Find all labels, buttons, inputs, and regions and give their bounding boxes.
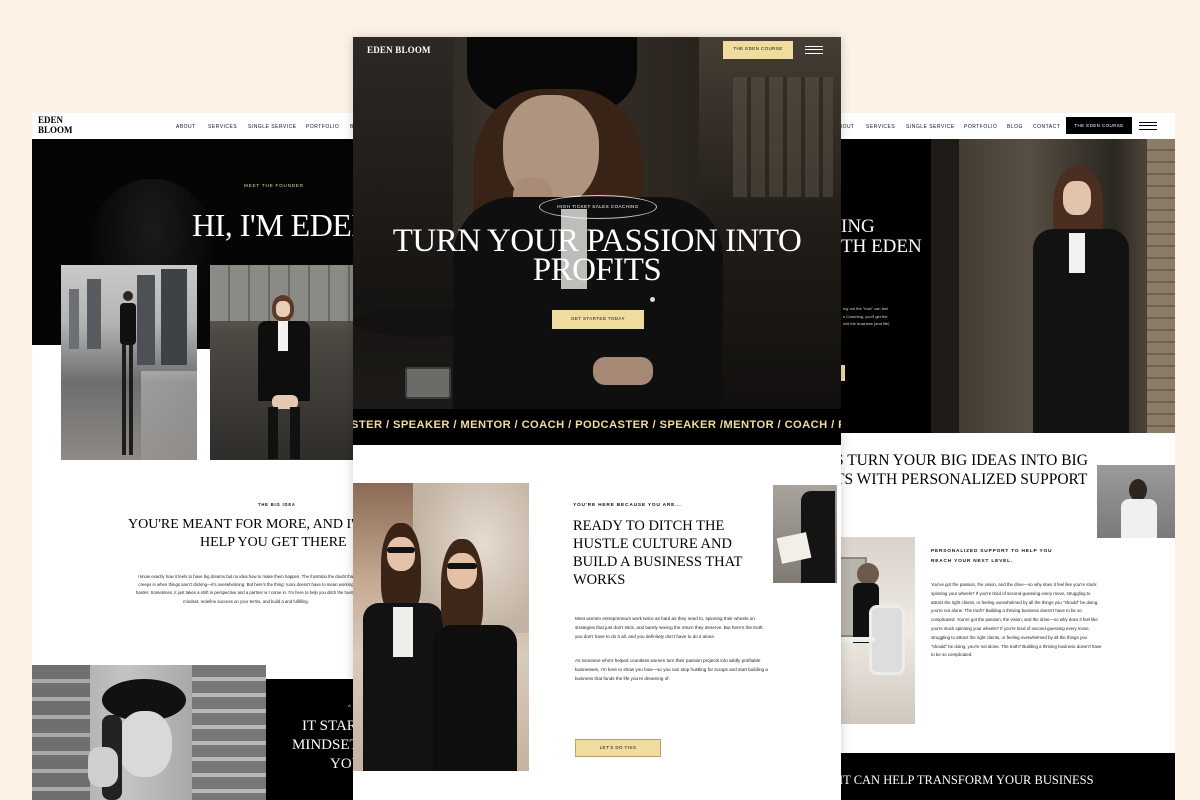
mindset-line-3: YOU xyxy=(330,756,360,772)
home-heading-line-2: HUSTLE CULTURE AND xyxy=(573,536,732,552)
lets-do-this-button[interactable]: LET'S DO THIS xyxy=(575,739,661,757)
home-heading-line-3: BUILD A BUSINESS THAT xyxy=(573,554,743,570)
bw-hand xyxy=(88,747,118,787)
service-hero-body-line-3: uild the business (and life) xyxy=(843,321,890,327)
about-nav: EDEN BLOOM ABOUT SERVICES SINGLE SERVICE… xyxy=(32,113,360,139)
woman-right xyxy=(427,539,517,771)
nav-portfolio[interactable]: PORTFOLIO xyxy=(306,124,339,130)
service-hero-line-1: ING xyxy=(841,216,875,237)
logo-line-2: BLOOM xyxy=(38,124,73,135)
office-desk xyxy=(835,637,875,642)
about-page: EDEN BLOOM ABOUT SERVICES SINGLE SERVICE… xyxy=(32,113,360,800)
service-hero-line-2: TH EDEN xyxy=(841,236,922,257)
service-wall-right xyxy=(1147,139,1175,433)
service-hero-body-line-1: ing out the "how" can feel xyxy=(843,306,889,311)
service-hero-body-line-2: s Coaching, you'll get the xyxy=(843,313,888,319)
service-eyebrow-line-1: PERSONALIZED SUPPORT TO HELP YOU xyxy=(931,549,1053,554)
service-footer-heading: IT CAN HELP TRANSFORM YOUR BUSINESS xyxy=(839,773,1094,787)
city-tower-4 xyxy=(161,269,187,365)
nav-services-right[interactable]: SERVICES xyxy=(866,124,895,130)
portrait-beret-bw xyxy=(32,665,266,800)
big-idea-eyebrow: THE BIG IDEA xyxy=(258,502,296,507)
railing xyxy=(141,371,197,460)
city-tower-1 xyxy=(69,289,79,349)
service-heading-line-1: S TURN YOUR BIG IDEAS INTO BIG xyxy=(835,452,1088,469)
service-eyebrow: PERSONALIZED SUPPORT TO HELP YOU REACH Y… xyxy=(931,547,1052,567)
home-eyebrow: YOU'RE HERE BECAUSE YOU ARE... xyxy=(573,503,682,508)
office-photo xyxy=(835,537,915,724)
home-para-2: As someone who's helped countless women … xyxy=(575,658,768,681)
service-hero-body: ing out the "how" can feel s Coaching, y… xyxy=(843,305,889,328)
nav-contact-right[interactable]: CONTACT xyxy=(1033,124,1060,130)
nav-portfolio-right[interactable]: PORTFOLIO xyxy=(964,124,997,130)
home-hero: EDEN BLOOM THE EDEN COURSE HIGH TICKET S… xyxy=(353,37,841,409)
hero-dot xyxy=(650,297,655,302)
founder-photo-city xyxy=(61,265,197,460)
service-eyebrow-line-2: REACH YOUR NEXT LEVEL. xyxy=(931,559,1014,564)
mindset-line-1: IT STAR xyxy=(302,718,357,734)
nav-single-service[interactable]: SINGLE SERVICE xyxy=(248,124,297,130)
service-hero-photo xyxy=(931,139,1175,433)
home-heading-line-1: READY TO DITCH THE xyxy=(573,518,725,534)
magazine-photo xyxy=(773,485,837,583)
home-heading-line-4: WORKS xyxy=(573,572,626,588)
two-women-photo xyxy=(353,483,529,771)
service-window-frame xyxy=(931,139,959,433)
service-woman xyxy=(1023,159,1133,433)
service-body: You've got the passion, the vision, and … xyxy=(931,582,1102,658)
about-body: I know exactly how it feels to have big … xyxy=(135,574,357,604)
city-tower-3 xyxy=(137,275,155,365)
woman-in-dress xyxy=(117,291,139,459)
mindset-eyebrow: A xyxy=(348,703,352,708)
home-hamburger-menu-icon[interactable] xyxy=(805,46,823,54)
about-heading-line-2: HELP YOU GET THERE xyxy=(200,535,347,550)
about-eyebrow: MEET THE FOUNDER xyxy=(244,183,304,188)
hero-badge: HIGH TICKET SALES COACHING xyxy=(539,195,657,219)
service-nav: ABOUT SERVICES SINGLE SERVICE PORTFOLIO … xyxy=(835,113,1175,139)
bw-face xyxy=(118,711,172,777)
home-course-button[interactable]: THE EDEN COURSE xyxy=(723,41,793,59)
nav-single-service-right[interactable]: SINGLE SERVICE xyxy=(906,124,955,130)
about-title: HI, I'M EDEN xyxy=(192,207,360,243)
mindset-panel: A IT STAR MINDSET, YOU xyxy=(266,679,360,800)
nav-services[interactable]: SERVICES xyxy=(208,124,237,130)
home-para-1: Most women entrepreneurs work twice as h… xyxy=(575,616,764,639)
about-heading-line-1: YOU'RE MEANT FOR MORE, AND I'M xyxy=(128,517,360,532)
office-woman xyxy=(857,563,879,585)
hamburger-menu-icon[interactable] xyxy=(1139,122,1157,130)
bw-building-right xyxy=(192,665,266,800)
hero-headline: TURN YOUR PASSION INTO PROFITS xyxy=(353,225,841,288)
nav-blog-right[interactable]: BLOG xyxy=(1007,124,1023,130)
service-footer-band: IT CAN HELP TRANSFORM YOUR BUSINESS xyxy=(835,753,1175,800)
about-heading: YOU'RE MEANT FOR MORE, AND I'M HELP YOU … xyxy=(128,516,360,552)
brand-logo[interactable]: EDEN BLOOM xyxy=(38,115,73,135)
bw-building-left xyxy=(32,665,90,800)
woman-seated xyxy=(254,295,314,460)
home-heading: READY TO DITCH THE HUSTLE CULTURE AND BU… xyxy=(573,517,742,589)
service-heading-line-2: TS WITH PERSONALIZED SUPPORT xyxy=(835,471,1088,488)
hero-headline-line-2: PROFITS xyxy=(532,252,662,288)
founder-photo-cafe xyxy=(210,265,360,460)
ticker-band: STER / SPEAKER / MENTOR / COACH / PODCAS… xyxy=(353,409,841,445)
home-logo[interactable]: EDEN BLOOM xyxy=(367,45,431,55)
service-photo-small xyxy=(1097,465,1175,538)
service-page: ABOUT SERVICES SINGLE SERVICE PORTFOLIO … xyxy=(835,113,1175,800)
get-started-button[interactable]: GET STARTED TODAY xyxy=(552,310,644,329)
service-heading: S TURN YOUR BIG IDEAS INTO BIG TS WITH P… xyxy=(835,451,1088,489)
home-page: EDEN BLOOM THE EDEN COURSE HIGH TICKET S… xyxy=(353,37,841,800)
service-hero: ING TH EDEN ing out the "how" can feel s… xyxy=(835,139,931,433)
mindset-line-2: MINDSET, xyxy=(292,737,360,753)
ticker-text: STER / SPEAKER / MENTOR / COACH / PODCAS… xyxy=(353,419,841,431)
hero-badge-text: HIGH TICKET SALES COACHING xyxy=(557,204,639,209)
city-tower-2 xyxy=(87,279,101,349)
mindset-heading: IT STAR MINDSET, YOU xyxy=(292,717,360,774)
service-hero-title: ING TH EDEN xyxy=(841,217,922,257)
nav-about[interactable]: ABOUT xyxy=(176,124,196,130)
course-button-right[interactable]: THE EDEN COURSE xyxy=(1066,117,1132,134)
